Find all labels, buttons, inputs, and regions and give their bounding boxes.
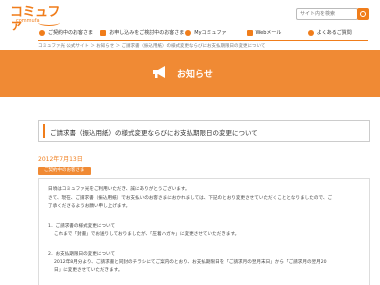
nav-label: Webメール: [255, 30, 282, 36]
nav-label: お申し込みをご検討中のお客さま: [109, 30, 185, 36]
body-paragraph: 2．お支払期限日の変更について: [48, 252, 116, 257]
search-button[interactable]: [357, 8, 369, 20]
body-paragraph: 日」に変更させていただきます。: [54, 268, 123, 273]
body-paragraph: さて、現在、ご請求書（振込用紙）でお支払いのお客さまにおかれましては、下記のとお…: [48, 196, 333, 201]
body-paragraph: これまで「封書」でお送りしておりましたが、「圧着ハガキ」に変更させていただきます…: [54, 232, 240, 237]
article-headline-box: ご請求書（振込用紙）の様式変更ならびにお支払期限日の変更について: [38, 120, 370, 142]
body-paragraph: 2012年8月分より、ご請求書と同封のチラシにてご案内のとおり、お支払期限日を「…: [54, 260, 327, 265]
nav-my-commufa[interactable]: Myコミュファ: [184, 28, 245, 39]
headline-accent-bar: [43, 124, 45, 138]
nav-current-customers[interactable]: ご契約中のお客さま: [38, 28, 99, 39]
breadcrumb[interactable]: コミュファ光 公式サイト ＞ お知らせ ＞ ご請求書（振込用紙）の様式変更ならび…: [38, 43, 265, 49]
person-icon: [39, 30, 45, 36]
nav-label: ご契約中のお客さま: [48, 30, 94, 36]
mail-icon: [246, 30, 253, 36]
megaphone-icon: [153, 66, 165, 78]
page-banner: お知らせ: [0, 50, 380, 97]
page-title: お知らせ: [177, 70, 213, 80]
nav-faq[interactable]: よくあるご質問: [307, 28, 368, 39]
search-input[interactable]: [296, 8, 358, 20]
article-headline: ご請求書（振込用紙）の様式変更ならびにお支払期限日の変更について: [50, 129, 258, 137]
body-paragraph: 日頃はコミュファ光をご利用いただき、誠にありがとうございます。: [48, 187, 190, 192]
nav-label: よくあるご質問: [316, 30, 352, 36]
nav-webmail[interactable]: Webメール: [246, 28, 307, 39]
logo-tagline: commufa: [16, 18, 40, 24]
nav-prospective-customers[interactable]: お申し込みをご検討中のお客さま: [99, 28, 184, 39]
global-nav: ご契約中のお客さま お申し込みをご検討中のお客さま Myコミュファ Webメール…: [38, 28, 368, 39]
nav-label: Myコミュファ: [194, 30, 227, 36]
body-paragraph: 1．ご請求書の様式変更について: [48, 224, 116, 229]
article-date: 2012年7月13日: [38, 156, 83, 163]
nav-underline: [38, 40, 368, 41]
document-icon: [100, 30, 107, 36]
body-paragraph: 了承くださるようお願い申し上げます。: [48, 204, 131, 209]
logo-swoosh: [38, 19, 60, 26]
question-icon: [307, 30, 314, 36]
commufa-logo[interactable]: コミュファ commufa: [10, 6, 70, 32]
heart-icon: [185, 30, 192, 36]
category-badge: ご契約中のお客さま: [38, 167, 91, 175]
